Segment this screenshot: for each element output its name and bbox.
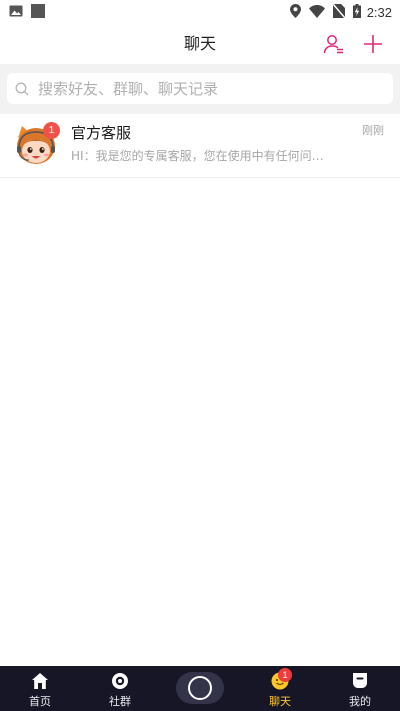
tab-chat-label: 聊天 xyxy=(269,695,291,708)
tab-profile[interactable]: 我的 xyxy=(320,666,400,711)
search-bar xyxy=(0,64,400,114)
unread-badge: 1 xyxy=(43,122,60,139)
chat-preview: HI：我是您的专属客服，您在使用中有任何问… xyxy=(71,149,324,163)
square-icon xyxy=(31,3,45,22)
camera-button[interactable] xyxy=(176,672,224,704)
contacts-button[interactable] xyxy=(322,32,346,56)
plus-icon xyxy=(364,35,382,53)
wifi-icon xyxy=(308,3,325,22)
add-button[interactable] xyxy=(361,32,385,56)
contacts-icon xyxy=(323,35,343,54)
search-icon xyxy=(15,82,29,95)
tab-home[interactable]: 首页 xyxy=(0,666,80,711)
image-icon xyxy=(9,3,23,22)
status-left xyxy=(9,3,53,22)
bottom-tab-bar: 首页 社群 聊天 1 我的 xyxy=(0,666,400,711)
status-bar: 2:32 xyxy=(0,0,400,24)
search-input[interactable] xyxy=(36,78,366,99)
chat-list: 1 官方客服 HI：我是您的专属客服，您在使用中有任何问… 刚刚 xyxy=(0,114,400,178)
no-sim-icon xyxy=(332,3,346,22)
status-time: 2:32 xyxy=(366,4,392,20)
status-right: 2:32 xyxy=(289,3,392,22)
tab-community[interactable]: 社群 xyxy=(80,666,160,711)
camera-icon xyxy=(188,676,212,700)
profile-icon xyxy=(353,673,367,688)
chat-name: 官方客服 xyxy=(71,124,132,142)
chat-tab-badge: 1 xyxy=(278,668,292,682)
tab-profile-label: 我的 xyxy=(349,695,371,708)
tab-home-label: 首页 xyxy=(29,695,51,708)
tab-community-label: 社群 xyxy=(109,695,131,708)
search-box[interactable] xyxy=(7,73,393,104)
battery-charging-icon xyxy=(352,3,361,22)
header: 聊天 xyxy=(0,24,400,64)
location-icon xyxy=(289,3,301,22)
chat-time: 刚刚 xyxy=(362,124,384,137)
chat-item-official-service[interactable]: 1 官方客服 HI：我是您的专属客服，您在使用中有任何问… 刚刚 xyxy=(0,114,400,178)
community-icon xyxy=(112,673,128,689)
home-icon xyxy=(32,673,48,689)
